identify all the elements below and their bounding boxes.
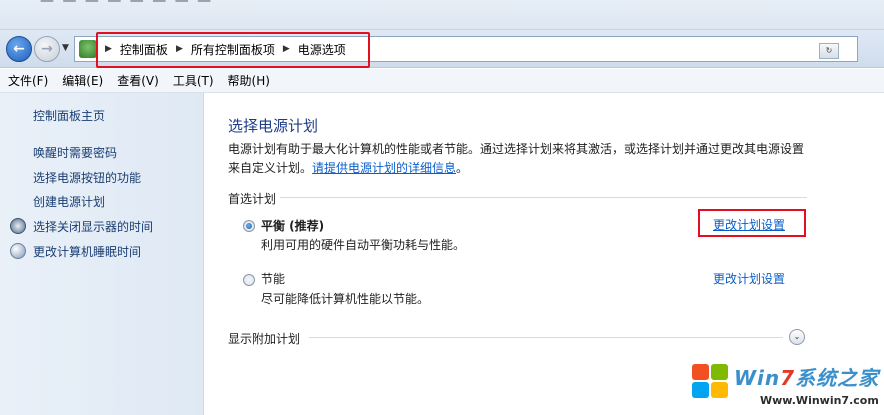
display-timer-icon	[10, 218, 26, 234]
description-end: 。	[456, 161, 469, 175]
plan-power-saver-name[interactable]: 节能	[261, 270, 285, 287]
section-preferred-plans: 首选计划	[228, 192, 277, 206]
sidebar-item-wake-password[interactable]: 唤醒时需要密码	[33, 144, 117, 161]
section-divider	[309, 337, 783, 338]
plan-balanced-desc: 利用可用的硬件自动平衡功耗与性能。	[261, 238, 466, 252]
back-button[interactable]: ←	[6, 36, 32, 62]
cut-off-title: — — — — — — — —	[40, 0, 214, 9]
back-arrow-icon: ←	[13, 41, 25, 57]
page-title: 选择电源计划	[228, 117, 319, 135]
menu-file[interactable]: 文件(F)	[8, 72, 48, 89]
forward-arrow-icon: →	[41, 41, 53, 57]
plan-power-saver-desc: 尽可能降低计算机性能以节能。	[261, 292, 430, 306]
plan-balanced-radio[interactable]	[243, 220, 255, 232]
chevron-down-icon[interactable]: ⌄	[789, 329, 805, 345]
sidebar-control-panel-home[interactable]: 控制面板主页	[33, 107, 105, 124]
menu-tools[interactable]: 工具(T)	[173, 72, 214, 89]
address-highlight-box	[96, 32, 370, 68]
sidebar-item-power-button[interactable]: 选择电源按钮的功能	[33, 169, 141, 186]
sidebar-item-sleep-time[interactable]: 更改计算机睡眠时间	[33, 243, 141, 260]
description-line1: 电源计划有助于最大化计算机的性能或者节能。通过选择计划来将其激活，或选择计划并通…	[228, 142, 805, 156]
menu-help[interactable]: 帮助(H)	[228, 72, 270, 89]
sidebar: 控制面板主页 唤醒时需要密码 选择电源按钮的功能 创建电源计划 选择关闭显示器的…	[0, 93, 204, 415]
watermark-logo: Win7系统之家 Www.Winwin7.com	[690, 360, 884, 415]
menu-view[interactable]: 查看(V)	[117, 72, 159, 89]
plan-balanced-name[interactable]: 平衡 (推荐)	[261, 217, 324, 234]
description-line2: 来自定义计划。请提供电源计划的详细信息。	[228, 159, 818, 178]
page-description: 电源计划有助于最大化计算机的性能或者节能。通过选择计划来将其激活，或选择计划并通…	[228, 140, 818, 178]
settings-link-highlight-box	[698, 209, 806, 237]
watermark-url: Www.Winwin7.com	[760, 394, 879, 407]
section-divider	[280, 197, 807, 198]
menu-edit[interactable]: 编辑(E)	[62, 72, 103, 89]
change-plan-settings-power-saver[interactable]: 更改计划设置	[713, 270, 785, 287]
show-additional-plans[interactable]: 显示附加计划	[228, 330, 300, 347]
refresh-button[interactable]: ↻	[819, 43, 839, 59]
watermark-brand: Win7系统之家	[734, 366, 880, 390]
sleep-moon-icon	[10, 243, 26, 259]
recent-pages-dropdown[interactable]: ▼	[62, 43, 69, 53]
plan-power-saver-radio[interactable]	[243, 274, 255, 286]
window-title-strip: — — — — — — — —	[0, 0, 884, 30]
menu-bar: 文件(F) 编辑(E) 查看(V) 工具(T) 帮助(H)	[0, 69, 884, 93]
windows-flag-icon	[690, 362, 730, 400]
sidebar-item-display-off[interactable]: 选择关闭显示器的时间	[33, 218, 153, 235]
forward-button[interactable]: →	[34, 36, 60, 62]
control-panel-icon	[79, 40, 97, 58]
plan-details-link[interactable]: 请提供电源计划的详细信息	[312, 161, 456, 175]
sidebar-item-create-plan[interactable]: 创建电源计划	[33, 193, 105, 210]
description-text: 来自定义计划。	[228, 161, 313, 175]
